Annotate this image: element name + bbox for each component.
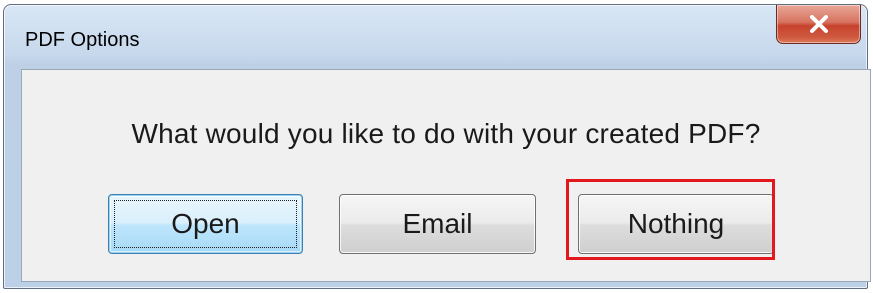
nothing-button[interactable]: Nothing	[578, 194, 774, 254]
dialog-window: PDF Options What would you like to do wi…	[3, 4, 871, 289]
nothing-button-label: Nothing	[627, 208, 725, 239]
open-button[interactable]: Open	[108, 194, 303, 254]
window-title: PDF Options	[25, 29, 140, 51]
dialog-prompt: What would you like to do with your crea…	[131, 118, 761, 149]
open-button-label: Open	[171, 208, 240, 239]
close-icon	[808, 15, 830, 33]
email-button-label: Email	[402, 208, 473, 239]
email-button[interactable]: Email	[339, 194, 536, 254]
dialog-content: What would you like to do with your crea…	[21, 69, 871, 282]
close-button[interactable]	[776, 5, 861, 44]
